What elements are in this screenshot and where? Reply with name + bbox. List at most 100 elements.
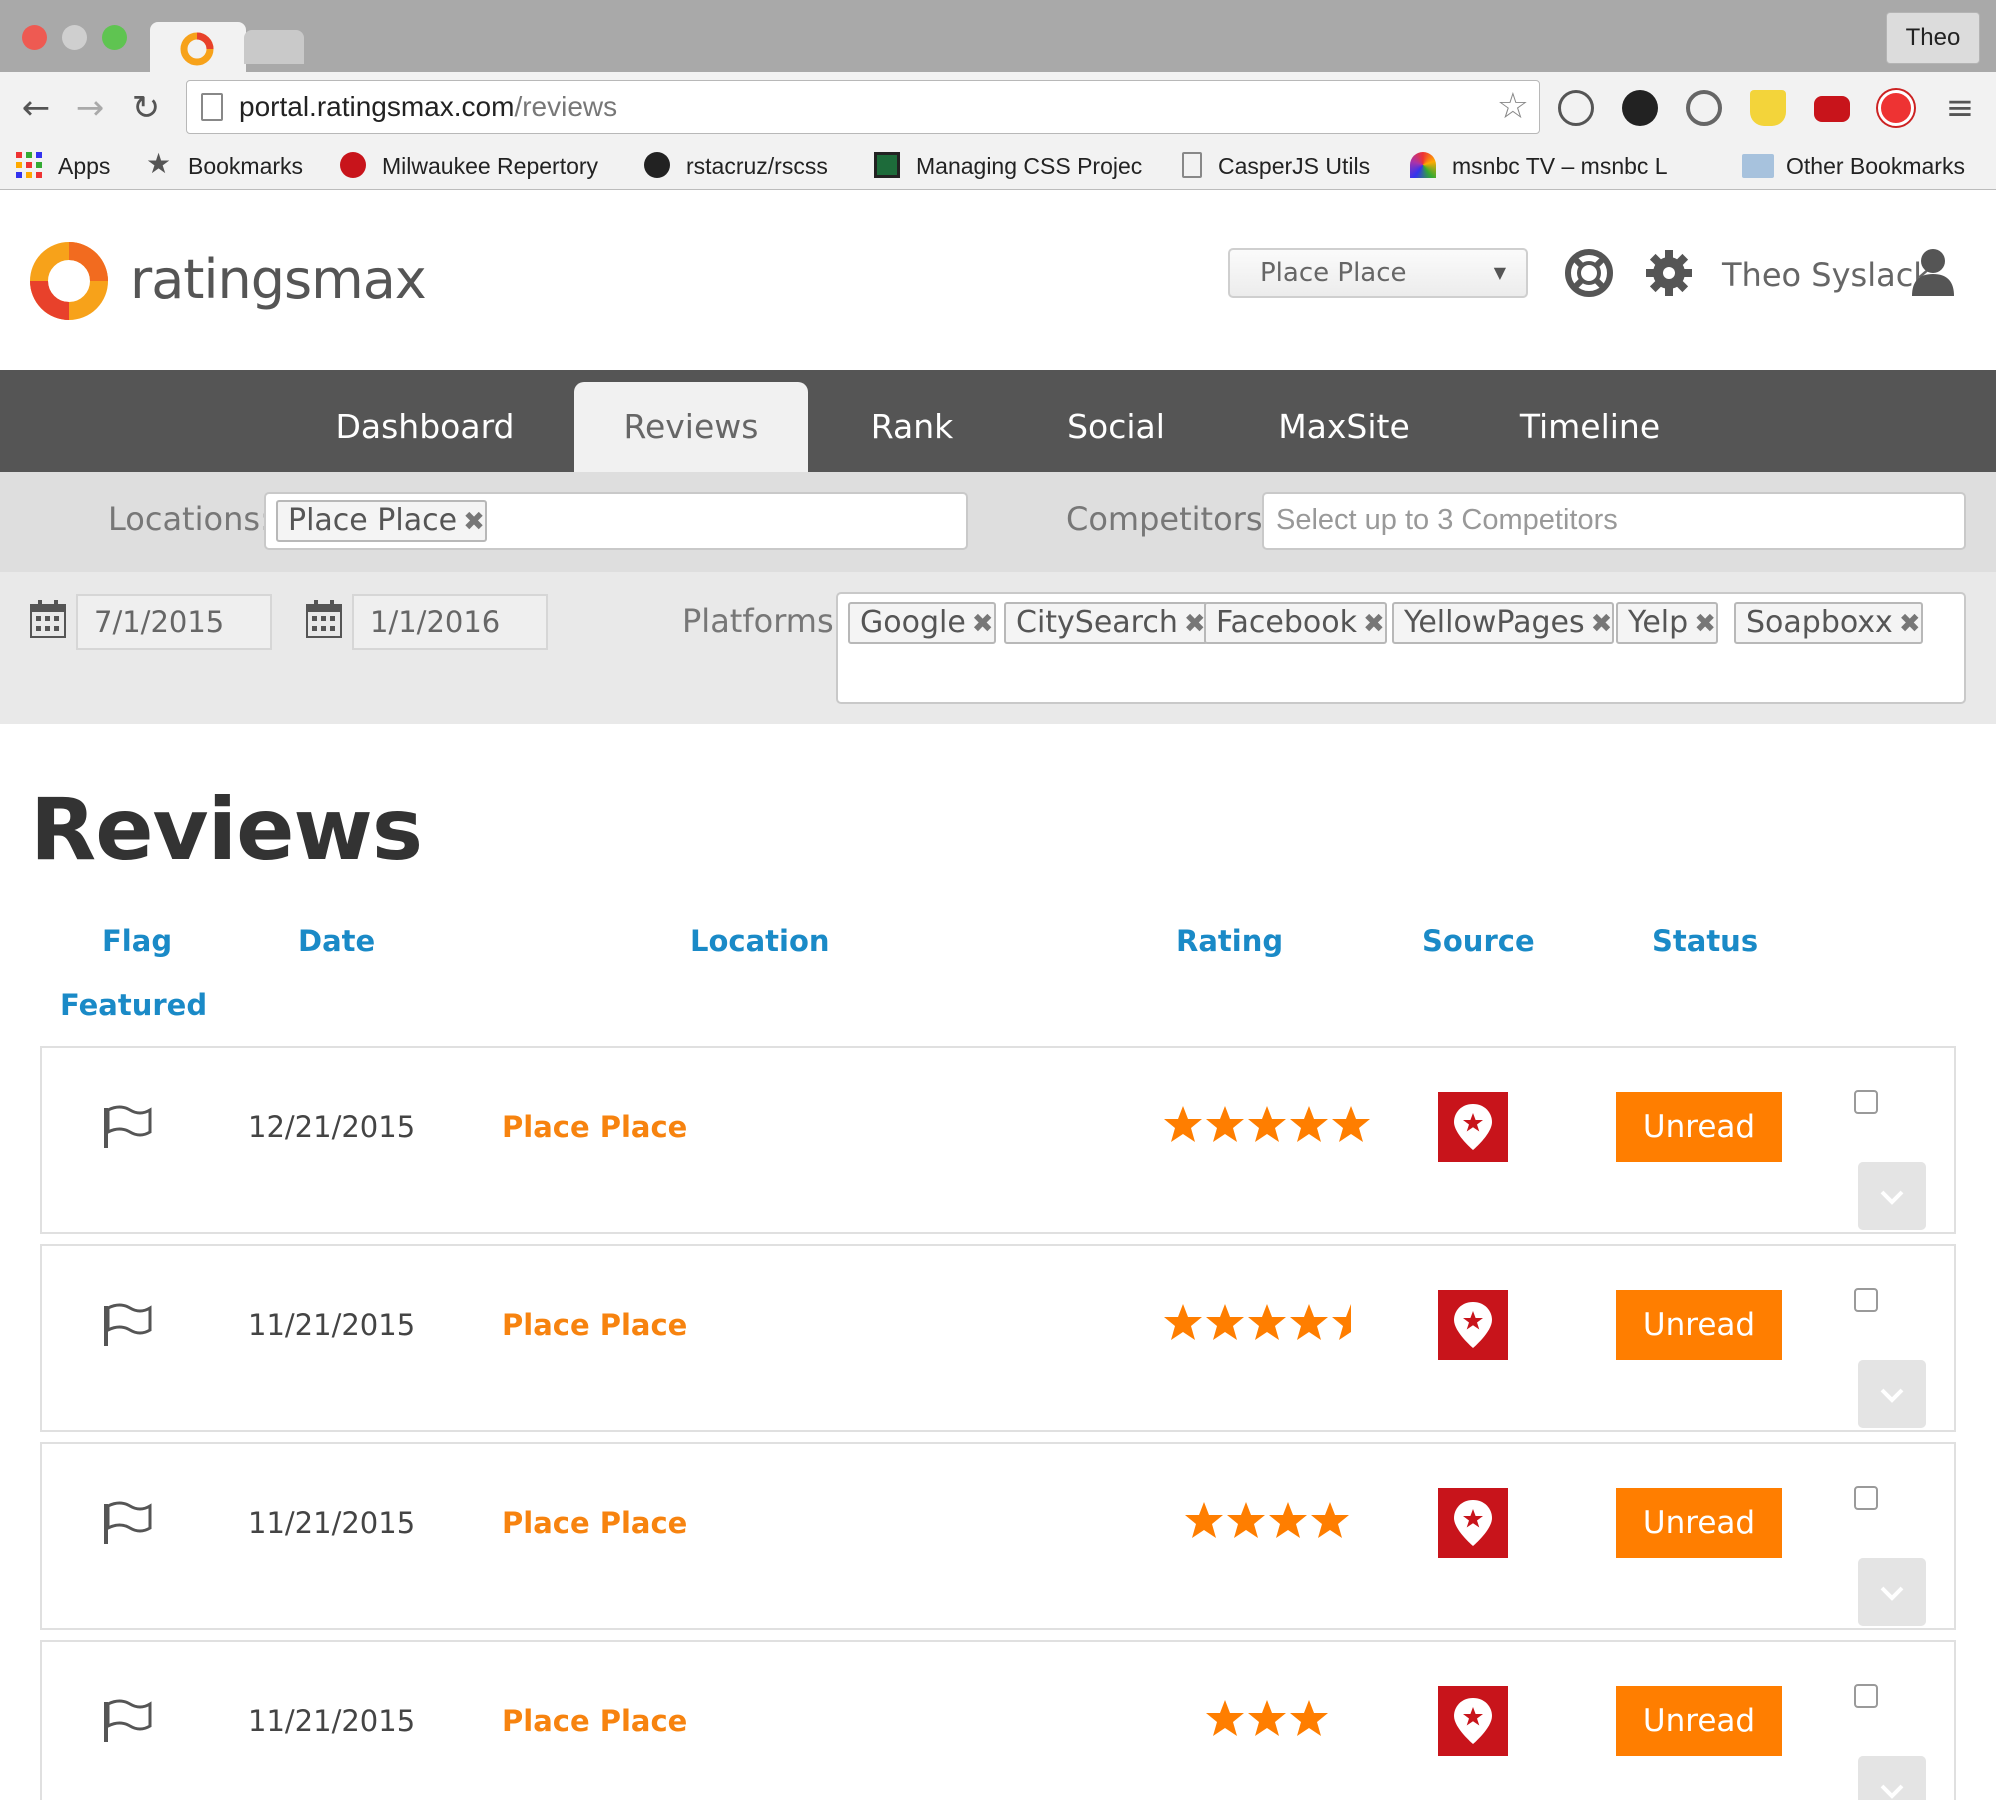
- featured-checkbox[interactable]: [1854, 1288, 1878, 1312]
- browser-new-tab[interactable]: [244, 30, 304, 64]
- locations-input[interactable]: Place Place ✖: [264, 492, 968, 550]
- expand-chevron-icon[interactable]: [1858, 1360, 1926, 1428]
- competitors-label: Competitors:: [1066, 500, 1274, 538]
- couch-extension-icon[interactable]: [1814, 96, 1850, 122]
- tab-dashboard[interactable]: Dashboard: [330, 382, 520, 472]
- calendar-icon[interactable]: [306, 600, 342, 638]
- ratingsmax-logo-text[interactable]: ratingsmax: [130, 248, 427, 311]
- platform-chip-label: Google: [860, 605, 966, 640]
- review-row[interactable]: 11/21/2015 Place Place Unread: [40, 1442, 1956, 1630]
- maximize-window-button[interactable]: [102, 25, 127, 50]
- tab-maxsite[interactable]: MaxSite: [1260, 382, 1428, 472]
- close-window-button[interactable]: [22, 25, 47, 50]
- tab-social[interactable]: Social: [1040, 382, 1192, 472]
- flag-icon[interactable]: [102, 1500, 154, 1546]
- column-header-featured[interactable]: Featured: [60, 988, 207, 1022]
- column-header-rating[interactable]: Rating: [1176, 924, 1283, 958]
- platforms-input[interactable]: Google ✖ CitySearch ✖ Facebook ✖ YellowPage…: [836, 592, 1966, 704]
- tab-strip: Theo: [0, 0, 1996, 72]
- adblock-extension-icon[interactable]: [1878, 90, 1914, 126]
- source-pin-icon[interactable]: [1438, 1092, 1508, 1162]
- source-pin-icon[interactable]: [1438, 1290, 1508, 1360]
- forward-icon[interactable]: →: [68, 86, 112, 130]
- tab-rank[interactable]: Rank: [846, 382, 978, 472]
- browser-tab-active[interactable]: [150, 22, 246, 72]
- expand-chevron-icon[interactable]: [1858, 1756, 1926, 1800]
- bookmark-apps[interactable]: Apps: [58, 146, 128, 186]
- bookmark-milwaukee-repertory[interactable]: Milwaukee Repertory: [382, 146, 608, 186]
- remove-chip-icon[interactable]: ✖: [1363, 609, 1385, 639]
- remove-chip-icon[interactable]: ✖: [1184, 609, 1206, 639]
- date-to-input[interactable]: 1/1/2016: [352, 594, 548, 650]
- review-row[interactable]: 12/21/2015 Place Place Unread: [40, 1046, 1956, 1234]
- featured-checkbox[interactable]: [1854, 1090, 1878, 1114]
- column-header-location[interactable]: Location: [690, 924, 830, 958]
- review-location-link[interactable]: Place Place: [502, 1506, 687, 1540]
- flag-icon[interactable]: [102, 1104, 154, 1150]
- flag-icon[interactable]: [102, 1302, 154, 1348]
- column-header-date[interactable]: Date: [298, 924, 375, 958]
- source-pin-icon[interactable]: [1438, 1686, 1508, 1756]
- calendar-icon[interactable]: [30, 600, 66, 638]
- date-from-input[interactable]: 7/1/2015: [76, 594, 272, 650]
- url-text: portal.ratingsmax.com/reviews: [239, 91, 618, 122]
- status-button[interactable]: Unread: [1616, 1488, 1782, 1558]
- user-name[interactable]: Theo Syslack: [1722, 256, 1932, 294]
- expand-chevron-icon[interactable]: [1858, 1162, 1926, 1230]
- status-button[interactable]: Unread: [1616, 1092, 1782, 1162]
- review-location-link[interactable]: Place Place: [502, 1110, 687, 1144]
- featured-checkbox[interactable]: [1854, 1684, 1878, 1708]
- minimize-window-button[interactable]: [62, 25, 87, 50]
- ratingsmax-logo-icon[interactable]: [28, 240, 110, 322]
- remove-chip-icon[interactable]: ✖: [972, 609, 994, 639]
- review-row[interactable]: 11/21/2015 Place Place Unread: [40, 1244, 1956, 1432]
- remove-chip-icon[interactable]: ✖: [1591, 609, 1613, 639]
- address-bar[interactable]: portal.ratingsmax.com/reviews ☆: [186, 80, 1540, 134]
- bookmark-star-icon[interactable]: ☆: [1497, 87, 1529, 127]
- platform-chip-facebook: Facebook ✖: [1204, 602, 1387, 644]
- expand-chevron-icon[interactable]: [1858, 1558, 1926, 1626]
- tab-timeline[interactable]: Timeline: [1500, 382, 1680, 472]
- column-header-status[interactable]: Status: [1652, 924, 1758, 958]
- column-header-source[interactable]: Source: [1422, 924, 1535, 958]
- help-lifebuoy-icon[interactable]: [1564, 248, 1614, 298]
- review-location-link[interactable]: Place Place: [502, 1704, 687, 1738]
- star-icon: [1227, 1502, 1265, 1538]
- bookmark-msnbc[interactable]: msnbc TV – msnbc L: [1452, 146, 1680, 186]
- onepassword-extension-icon[interactable]: [1558, 90, 1594, 126]
- back-icon[interactable]: ←: [14, 86, 58, 130]
- bookmark-other[interactable]: Other Bookmarks: [1786, 146, 1986, 186]
- reload-icon[interactable]: ↻: [124, 86, 168, 130]
- profile-button[interactable]: Theo: [1886, 12, 1980, 64]
- review-location-link[interactable]: Place Place: [502, 1308, 687, 1342]
- cup-extension-icon[interactable]: [1750, 90, 1786, 126]
- github-icon: [644, 152, 670, 178]
- page-title: Reviews: [30, 780, 423, 880]
- source-pin-icon[interactable]: [1438, 1488, 1508, 1558]
- rating-stars: [1164, 1304, 1351, 1340]
- star-icon: [1185, 1502, 1223, 1538]
- column-header-flag[interactable]: Flag: [102, 924, 172, 958]
- bookmark-managing-css[interactable]: Managing CSS Projec: [916, 146, 1148, 186]
- bugherd-extension-icon[interactable]: [1622, 90, 1658, 126]
- bookmark-rscss[interactable]: rstacruz/rscss: [686, 146, 858, 186]
- review-row[interactable]: 11/21/2015 Place Place Unread: [40, 1640, 1956, 1800]
- status-button[interactable]: Unread: [1616, 1290, 1782, 1360]
- platform-chip-yelp: Yelp ✖: [1616, 602, 1718, 644]
- remove-chip-icon[interactable]: ✖: [463, 507, 485, 537]
- bookmark-casperjs[interactable]: CasperJS Utils: [1218, 146, 1388, 186]
- remove-chip-icon[interactable]: ✖: [1694, 609, 1716, 639]
- menu-icon[interactable]: ≡: [1938, 86, 1982, 130]
- sync-extension-icon[interactable]: [1686, 90, 1722, 126]
- doc-icon: [874, 152, 900, 178]
- bookmark-bookmarks[interactable]: Bookmarks: [188, 146, 318, 186]
- place-select[interactable]: Place Place ▼: [1228, 248, 1528, 298]
- user-avatar-icon[interactable]: [1910, 248, 1956, 296]
- competitors-input[interactable]: Select up to 3 Competitors: [1262, 492, 1966, 550]
- flag-icon[interactable]: [102, 1698, 154, 1744]
- status-button[interactable]: Unread: [1616, 1686, 1782, 1756]
- gear-icon[interactable]: [1644, 248, 1694, 298]
- featured-checkbox[interactable]: [1854, 1486, 1878, 1510]
- tab-reviews[interactable]: Reviews: [574, 382, 808, 472]
- remove-chip-icon[interactable]: ✖: [1899, 609, 1921, 639]
